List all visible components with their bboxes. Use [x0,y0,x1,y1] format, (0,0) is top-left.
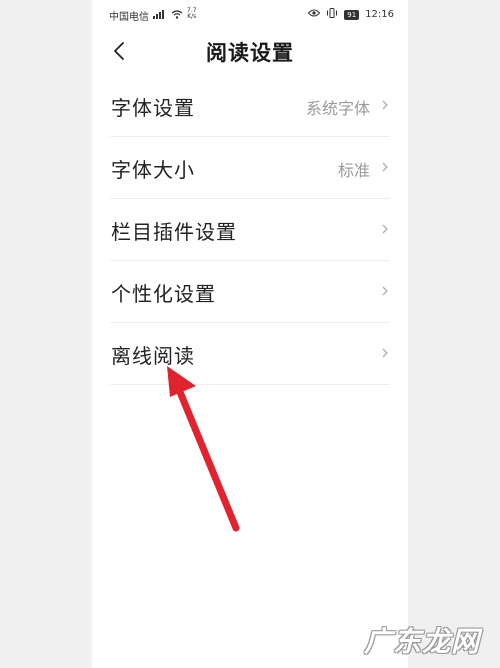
battery-icon: 91 [344,9,360,20]
phone-screen: 中国电信 7.7 K/s 91 12:16 阅读设置 字体设置 系统字体 字体大… [92,0,408,668]
status-bar: 中国电信 7.7 K/s 91 12:16 [92,0,408,28]
setting-row-personalization[interactable]: 个性化设置 [110,261,390,323]
chevron-right-icon [382,162,388,172]
watermark-logo: 广东龙网 [364,625,481,658]
setting-row-column-plugins[interactable]: 栏目插件设置 [110,199,390,261]
chevron-right-icon [382,100,388,110]
nav-header: 阅读设置 [92,28,408,80]
setting-label: 个性化设置 [111,282,216,306]
carrier-label: 中国电信 [109,12,149,23]
wifi-icon [171,9,183,22]
setting-label: 离线阅读 [111,344,195,368]
page-margin-right [408,0,500,668]
setting-label: 字体大小 [111,158,195,182]
chevron-right-icon [382,286,388,296]
net-speed-unit: K/s [187,12,197,20]
settings-list: 字体设置 系统字体 字体大小 标准 栏目插件设置 个性化设置 离线阅读 [92,75,408,385]
chevron-right-icon [382,348,388,358]
signal-icon [153,9,167,22]
page-title: 阅读设置 [206,41,294,65]
setting-row-offline-reading[interactable]: 离线阅读 [110,323,390,385]
eye-icon [308,9,321,20]
clock: 12:16 [365,9,394,20]
net-speed: 7.7 K/s [187,7,197,20]
status-left: 中国电信 7.7 K/s [109,7,197,23]
status-right: 91 12:16 [308,8,394,21]
setting-value: 标准 [337,161,370,180]
setting-label: 栏目插件设置 [111,220,237,244]
setting-row-font[interactable]: 字体设置 系统字体 [110,75,390,137]
setting-row-font-size[interactable]: 字体大小 标准 [110,137,390,199]
vibrate-icon [326,8,338,21]
setting-label: 字体设置 [111,96,195,120]
setting-value: 系统字体 [305,99,370,118]
chevron-right-icon [382,224,388,234]
page-margin-left [0,0,92,668]
